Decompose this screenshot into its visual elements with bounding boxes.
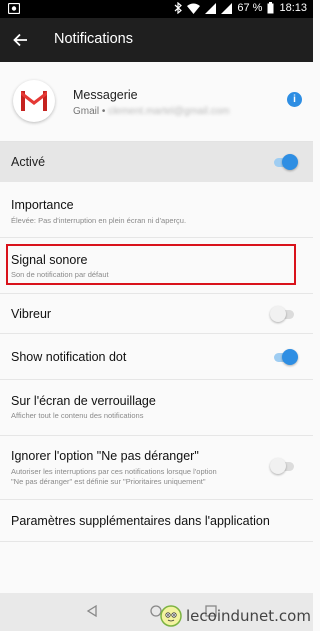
watermark: lecoindunet.com xyxy=(160,605,311,627)
dnd-toggle[interactable] xyxy=(270,458,296,474)
back-button[interactable] xyxy=(10,29,32,51)
lockscreen-sub: Afficher tout le contenu des notificatio… xyxy=(11,411,144,420)
account-prefix: Gmail • xyxy=(73,106,106,117)
vibrate-label: Vibreur xyxy=(11,307,52,321)
extra-settings-label: Paramètres supplémentaires dans l'applic… xyxy=(11,514,270,528)
importance-sub: Élevée: Pas d'interruption en plein écra… xyxy=(11,216,187,225)
dot-row[interactable]: Show notification dot xyxy=(0,334,313,380)
gmail-icon xyxy=(21,91,47,111)
signal-icon xyxy=(205,2,217,14)
lockscreen-label: Sur l'écran de verrouillage xyxy=(11,394,156,408)
dnd-row[interactable]: Ignorer l'option "Ne pas déranger" Autor… xyxy=(0,436,313,500)
bluetooth-icon xyxy=(174,2,183,14)
status-right: 67 % 18:13 xyxy=(174,2,307,14)
screenshot-icon xyxy=(8,3,20,14)
app-account: Gmail • clement.martel@gmail.com xyxy=(73,106,229,117)
status-left xyxy=(8,3,20,14)
dot-toggle[interactable] xyxy=(272,349,298,365)
page-title: Notifications xyxy=(54,31,133,47)
dnd-label: Ignorer l'option "Ne pas déranger" xyxy=(11,449,199,463)
dnd-sub-1: Autoriser les interruptions par ces noti… xyxy=(11,467,217,476)
lockscreen-row[interactable]: Sur l'écran de verrouillage Afficher tou… xyxy=(0,380,313,436)
watermark-text: lecoindunet.com xyxy=(186,607,311,625)
app-icon xyxy=(13,80,55,122)
app-bar: Notifications xyxy=(0,18,313,62)
app-name: Messagerie xyxy=(73,88,138,102)
dot-label: Show notification dot xyxy=(11,350,127,364)
active-toggle[interactable] xyxy=(272,154,298,170)
battery-icon xyxy=(267,2,274,14)
account-email: clement.martel@gmail.com xyxy=(108,106,230,117)
active-label: Activé xyxy=(11,155,46,169)
wifi-icon xyxy=(187,3,201,14)
signal-2-icon xyxy=(221,2,233,14)
app-header: Messagerie Gmail • clement.martel@gmail.… xyxy=(0,62,313,142)
watermark-logo-icon xyxy=(160,605,182,627)
back-arrow-icon xyxy=(13,33,27,47)
dnd-sub-2: "Ne pas déranger" est définie sur "Prior… xyxy=(11,477,206,486)
importance-row[interactable]: Importance Élevée: Pas d'interruption en… xyxy=(0,182,313,238)
importance-label: Importance xyxy=(11,198,74,212)
active-row[interactable]: Activé xyxy=(0,142,313,182)
battery-text: 67 % xyxy=(237,2,263,14)
status-bar: 67 % 18:13 xyxy=(0,0,313,18)
status-time: 18:13 xyxy=(279,2,307,14)
extra-settings-row[interactable]: Paramètres supplémentaires dans l'applic… xyxy=(0,500,313,542)
info-icon[interactable]: i xyxy=(287,92,302,107)
nav-back-icon[interactable] xyxy=(86,605,98,617)
highlight-box xyxy=(6,244,296,285)
vibrate-row[interactable]: Vibreur xyxy=(0,294,313,334)
vibrate-toggle[interactable] xyxy=(270,306,296,322)
